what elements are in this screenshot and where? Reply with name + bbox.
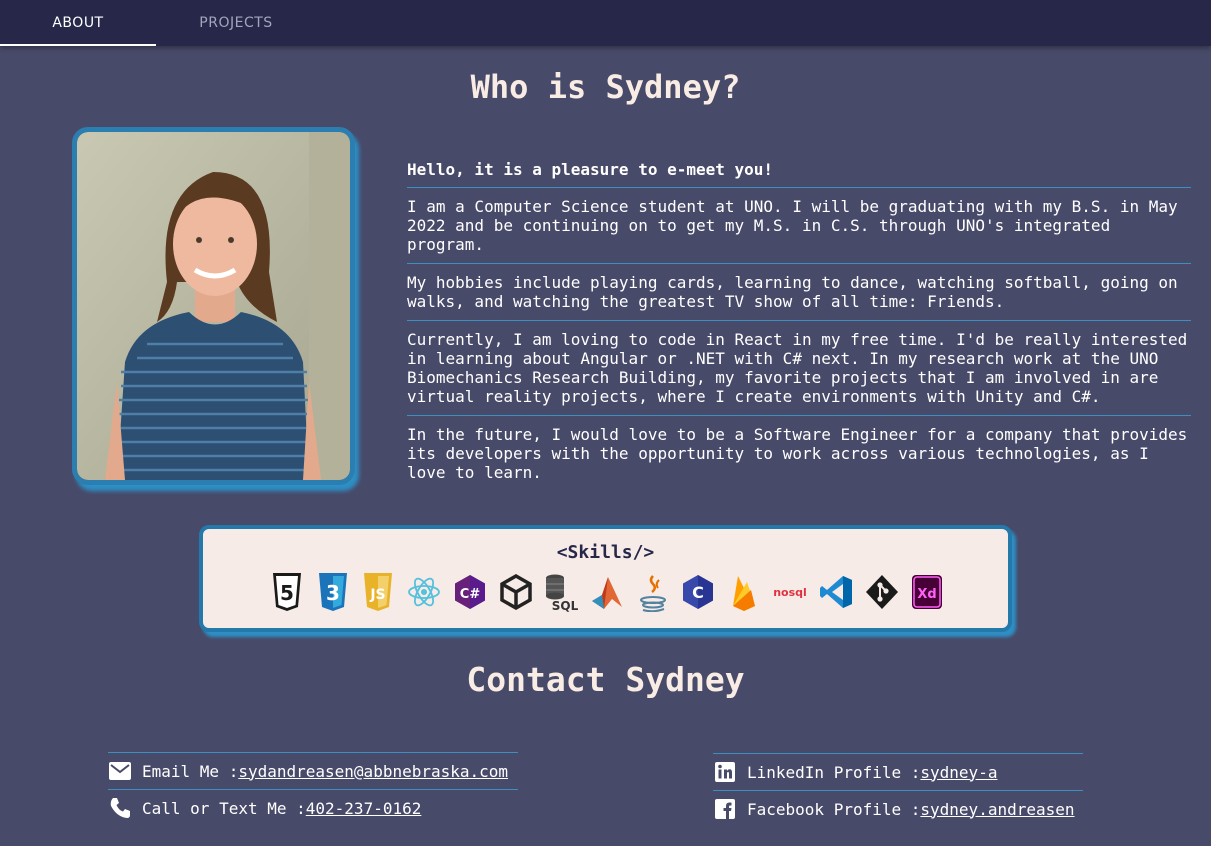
about-paragraph: In the future, I would love to be a Soft…	[407, 425, 1188, 482]
firebase-icon	[724, 569, 764, 615]
about-paragraph: I am a Computer Science student at UNO. …	[407, 188, 1191, 264]
top-app-bar: ABOUT PROJECTS	[0, 0, 1211, 46]
contact-list-left: Email Me : sydandreasen@abbnebraska.com …	[108, 752, 518, 826]
svg-text:C#: C#	[460, 587, 481, 602]
active-tab-indicator	[0, 44, 156, 46]
facebook-label: Facebook Profile :	[747, 799, 921, 819]
about-heading: Who is Sydney?	[470, 68, 741, 106]
contact-list-right: LinkedIn Profile : sydney-a Facebook Pro…	[713, 753, 1083, 827]
linkedin-icon	[713, 760, 737, 784]
c-language-icon: C	[678, 569, 718, 615]
svg-text:JS: JS	[369, 587, 385, 603]
linkedin-link[interactable]: sydney-a	[920, 763, 997, 782]
phone-icon	[108, 796, 132, 820]
profile-photo-frame	[72, 127, 355, 485]
about-paragraph: My hobbies include playing cards, learni…	[407, 264, 1191, 321]
adobe-xd-icon: Xd	[907, 569, 947, 615]
skills-title: <Skills/>	[556, 542, 655, 563]
nosql-icon: nosql	[770, 569, 810, 615]
css3-icon: 3	[313, 569, 353, 615]
react-icon	[404, 569, 444, 615]
sql-icon: SQL	[541, 569, 581, 615]
about-paragraph: Currently, I am loving to code in React …	[407, 321, 1191, 416]
java-icon	[633, 569, 673, 615]
email-row: Email Me : sydandreasen@abbnebraska.com	[108, 752, 518, 789]
vscode-icon	[816, 569, 856, 615]
tab-about[interactable]: ABOUT	[0, 0, 156, 46]
svg-text:C: C	[692, 583, 704, 602]
tab-projects[interactable]: PROJECTS	[158, 0, 314, 46]
about-text: Hello, it is a pleasure to e-meet you! I…	[407, 160, 1191, 491]
git-icon	[862, 569, 902, 615]
tab-about-label: ABOUT	[52, 15, 104, 31]
contact-heading: Contact Sydney	[466, 660, 745, 699]
skills-icon-row: 5 3 JS C# SQL C nosql Xd	[267, 569, 947, 615]
svg-text:Xd: Xd	[917, 587, 936, 602]
email-link[interactable]: sydandreasen@abbnebraska.com	[238, 762, 508, 781]
svg-text:5: 5	[280, 581, 294, 605]
unity-icon	[496, 569, 536, 615]
phone-link[interactable]: 402-237-0162	[306, 799, 422, 818]
csharp-icon: C#	[450, 569, 490, 615]
profile-photo	[77, 132, 350, 480]
facebook-row: Facebook Profile : sydney.andreasen	[713, 790, 1083, 827]
linkedin-label: LinkedIn Profile :	[747, 762, 921, 782]
facebook-icon	[713, 797, 737, 821]
tab-projects-label: PROJECTS	[199, 15, 273, 31]
skills-card: <Skills/> 5 3 JS C# SQL C nosql Xd	[199, 525, 1012, 632]
about-greeting: Hello, it is a pleasure to e-meet you!	[407, 160, 1191, 188]
email-label: Email Me :	[142, 761, 239, 781]
email-icon	[108, 759, 132, 783]
svg-text:3: 3	[326, 581, 340, 605]
phone-label: Call or Text Me :	[142, 798, 306, 818]
html5-icon: 5	[267, 569, 307, 615]
svg-text:SQL: SQL	[552, 599, 579, 612]
javascript-icon: JS	[358, 569, 398, 615]
linkedin-row: LinkedIn Profile : sydney-a	[713, 753, 1083, 790]
svg-text:nosql: nosql	[773, 586, 807, 599]
facebook-link[interactable]: sydney.andreasen	[920, 800, 1074, 819]
phone-row: Call or Text Me : 402-237-0162	[108, 789, 518, 826]
matlab-icon	[587, 569, 627, 615]
